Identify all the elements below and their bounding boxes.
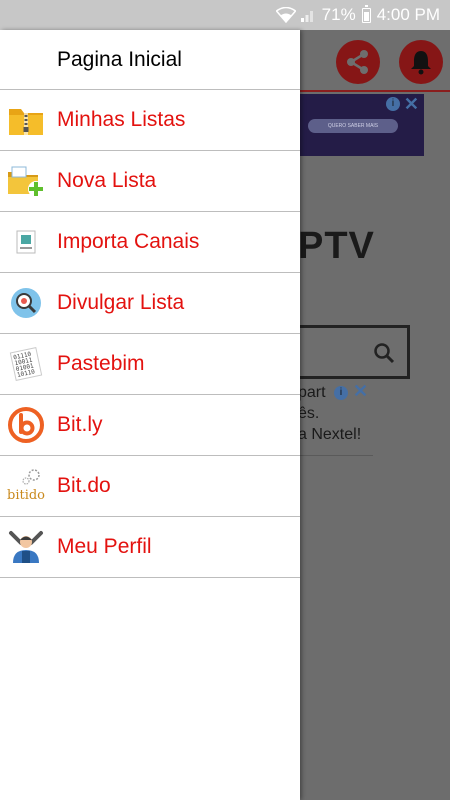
ad-banner[interactable]: QUERO SABER MAIS i ✕ [298,94,424,156]
menu-item-bitdo[interactable]: bitido Bit.do [0,456,300,517]
divider [298,455,373,456]
bitly-logo-icon [6,407,46,443]
mechanic-profile-icon [6,529,46,565]
folder-add-icon [6,163,46,199]
app-logo-fragment: PTV [298,225,375,267]
menu-item-pastebim[interactable]: 01110 10011 01001 10110 Pastebim [0,334,300,395]
folder-zip-icon [6,102,46,138]
menu-item-nova-lista[interactable]: Nova Lista [0,151,300,212]
menu-item-label: Nova Lista [57,169,157,192]
share-button[interactable] [336,40,380,84]
ad-close-icon[interactable]: ✕ [404,94,419,115]
menu-item-label: Divulgar Lista [57,291,185,314]
menu-item-bitly[interactable]: Bit.ly [0,395,300,456]
drawer-home-item[interactable]: Pagina Inicial [0,30,300,90]
ad-close-icon-2[interactable]: ✕ [353,381,368,402]
menu-item-meu-perfil[interactable]: Meu Perfil [0,517,300,578]
bell-icon [411,51,431,75]
wifi-icon [275,7,296,23]
import-file-icon [6,224,46,260]
status-bar: 71% 4:00 PM [0,0,450,30]
menu-item-importa-canais[interactable]: Importa Canais [0,212,300,273]
menu-item-label: Minhas Listas [57,108,186,131]
background-ad-text: part ês. a Nextel! [298,382,361,445]
menu-item-label: Bit.ly [57,413,103,436]
svg-text:bitido: bitido [7,488,45,503]
ad-cta-button[interactable]: QUERO SABER MAIS [308,119,398,133]
ad-text-line: part [298,384,326,401]
ad-info-icon[interactable]: i [386,97,400,111]
menu-item-minhas-listas[interactable]: Minhas Listas [0,90,300,151]
navigation-drawer: Pagina Inicial Minhas Listas Nova Lista … [0,30,300,800]
clock: 4:00 PM [376,5,440,24]
ad-text-line: a Nextel! [298,426,362,443]
menu-item-label: Bit.do [57,474,111,497]
bitdo-logo-icon: bitido [6,468,46,504]
menu-item-label: Importa Canais [57,230,200,253]
ad-text-line: ês. [298,405,320,422]
drawer-home-label: Pagina Inicial [57,47,182,71]
signal-icon [300,11,313,22]
ad-info-icon-2[interactable]: i [334,386,348,400]
search-box[interactable] [298,325,410,379]
menu-item-label: Meu Perfil [57,535,152,558]
battery-percent: 71% [321,5,356,24]
notifications-button[interactable] [399,40,443,84]
battery-icon [361,4,371,23]
menu-item-label: Pastebim [57,352,145,375]
menu-item-divulgar-lista[interactable]: Divulgar Lista [0,273,300,334]
magnifier-icon [6,285,46,321]
binary-paper-icon: 01110 10011 01001 10110 [6,346,46,382]
status-icons [275,7,316,23]
share-icon [347,50,368,74]
search-icon [374,343,395,364]
